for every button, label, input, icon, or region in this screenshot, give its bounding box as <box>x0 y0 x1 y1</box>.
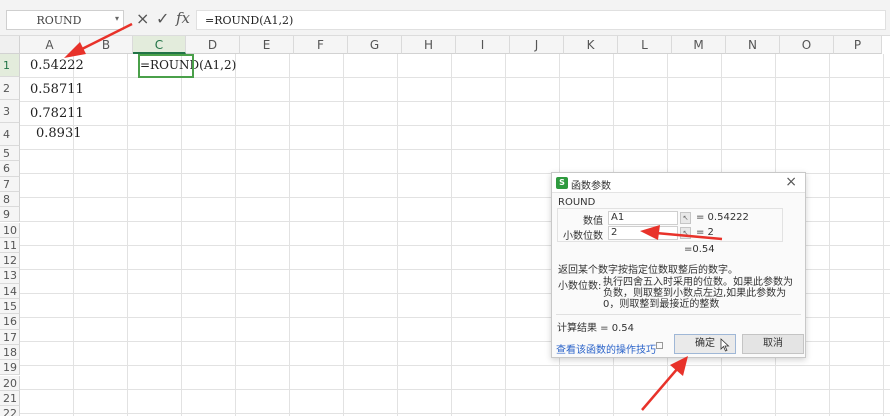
collapse-dialog-icon[interactable]: ↖ <box>680 227 691 239</box>
mouse-cursor-icon <box>720 338 730 352</box>
column-header-g[interactable]: G <box>348 36 402 54</box>
column-header-o[interactable]: O <box>780 36 834 54</box>
row-header-4[interactable]: 4 <box>0 123 20 146</box>
row-header-19[interactable]: 19 <box>0 360 20 376</box>
arguments-panel: 数值 A1 ↖ = 0.54222 小数位数 2 ↖ = 2 <box>557 208 783 242</box>
divider <box>556 314 801 315</box>
select-all-corner[interactable] <box>0 36 20 54</box>
active-cell-outline <box>138 54 194 78</box>
column-header-f[interactable]: F <box>294 36 348 54</box>
column-header-i[interactable]: I <box>456 36 510 54</box>
column-header-k[interactable]: K <box>564 36 618 54</box>
dialog-title: 函数参数 <box>571 181 611 192</box>
row-header-18[interactable]: 18 <box>0 344 20 361</box>
cell-a4[interactable]: 0.8931 <box>36 126 82 141</box>
close-icon[interactable]: × <box>785 174 797 190</box>
formula-bar: ROUND ▾ × ✓ fx =ROUND(A1,2) <box>0 0 890 36</box>
name-box-value: ROUND <box>36 14 82 27</box>
row-header-6[interactable]: 6 <box>0 161 20 177</box>
collapse-dialog-icon[interactable]: ↖ <box>680 212 691 224</box>
row-header-20[interactable]: 20 <box>0 375 20 391</box>
arg-result-number: = 0.54222 <box>696 212 749 223</box>
arg-label-number: 数值 <box>583 216 603 227</box>
row-header-1[interactable]: 1 <box>0 54 20 77</box>
function-name: ROUND <box>558 197 596 208</box>
row-header-11[interactable]: 11 <box>0 237 20 254</box>
row-header-3[interactable]: 3 <box>0 100 20 123</box>
row-header-16[interactable]: 16 <box>0 314 20 330</box>
cancel-icon[interactable]: × <box>136 9 149 28</box>
row-header-5[interactable]: 5 <box>0 146 20 162</box>
function-arguments-dialog: S 函数参数 × ROUND 数值 A1 ↖ = 0.54222 小数位数 2 … <box>551 172 806 358</box>
arg-label-digits: 小数位数 <box>563 231 603 242</box>
row-header-14[interactable]: 14 <box>0 283 20 299</box>
cell-a2[interactable]: 0.58711 <box>30 82 84 97</box>
function-description: 返回某个数字按指定位数取整后的数字。 <box>558 265 738 276</box>
column-header-p[interactable]: P <box>834 36 882 54</box>
row-header-8[interactable]: 8 <box>0 191 20 208</box>
column-header-b[interactable]: B <box>80 36 133 54</box>
row-header-7[interactable]: 7 <box>0 176 20 192</box>
name-box[interactable]: ROUND ▾ <box>6 10 124 30</box>
column-header-h[interactable]: H <box>402 36 456 54</box>
formula-input[interactable]: =ROUND(A1,2) <box>196 10 886 30</box>
row-header-22[interactable]: 22 <box>0 406 20 416</box>
column-header-j[interactable]: J <box>510 36 564 54</box>
dialog-title-bar[interactable]: S 函数参数 × <box>552 173 805 193</box>
external-link-icon[interactable] <box>656 342 663 349</box>
confirm-icon[interactable]: ✓ <box>156 9 169 28</box>
column-header-l[interactable]: L <box>618 36 672 54</box>
column-header-a[interactable]: A <box>20 36 80 54</box>
column-header-m[interactable]: M <box>672 36 726 54</box>
row-header-9[interactable]: 9 <box>0 207 20 223</box>
column-header-d[interactable]: D <box>186 36 240 54</box>
chevron-down-icon[interactable]: ▾ <box>115 14 119 23</box>
param-description: 执行四舍五入时采用的位数。如果此参数为负数，则取整到小数点左边,如果此参数为0，… <box>603 277 793 310</box>
cell-a3[interactable]: 0.78211 <box>30 106 84 121</box>
arg-input-number[interactable]: A1 <box>608 211 678 225</box>
fx-icon[interactable]: fx <box>176 9 190 27</box>
formula-result-preview: =0.54 <box>684 244 715 255</box>
column-header-c[interactable]: C <box>133 36 186 54</box>
arg-result-digits: = 2 <box>696 227 714 238</box>
calculation-result: 计算结果 = 0.54 <box>557 323 635 334</box>
row-header-12[interactable]: 12 <box>0 253 20 269</box>
help-link[interactable]: 查看该函数的操作技巧 <box>556 341 656 356</box>
cell-a1[interactable]: 0.54222 <box>30 58 84 73</box>
param-description-label: 小数位数: <box>558 281 602 292</box>
wps-logo-icon: S <box>556 177 568 189</box>
row-header-21[interactable]: 21 <box>0 390 20 407</box>
row-header-17[interactable]: 17 <box>0 329 20 345</box>
row-header-2[interactable]: 2 <box>0 77 20 100</box>
row-header-13[interactable]: 13 <box>0 268 20 284</box>
arg-input-digits[interactable]: 2 <box>608 226 678 240</box>
column-header-e[interactable]: E <box>240 36 294 54</box>
cancel-button[interactable]: 取消 <box>742 334 804 354</box>
row-header-10[interactable]: 10 <box>0 222 20 238</box>
row-header-15[interactable]: 15 <box>0 299 20 315</box>
column-header-n[interactable]: N <box>726 36 780 54</box>
